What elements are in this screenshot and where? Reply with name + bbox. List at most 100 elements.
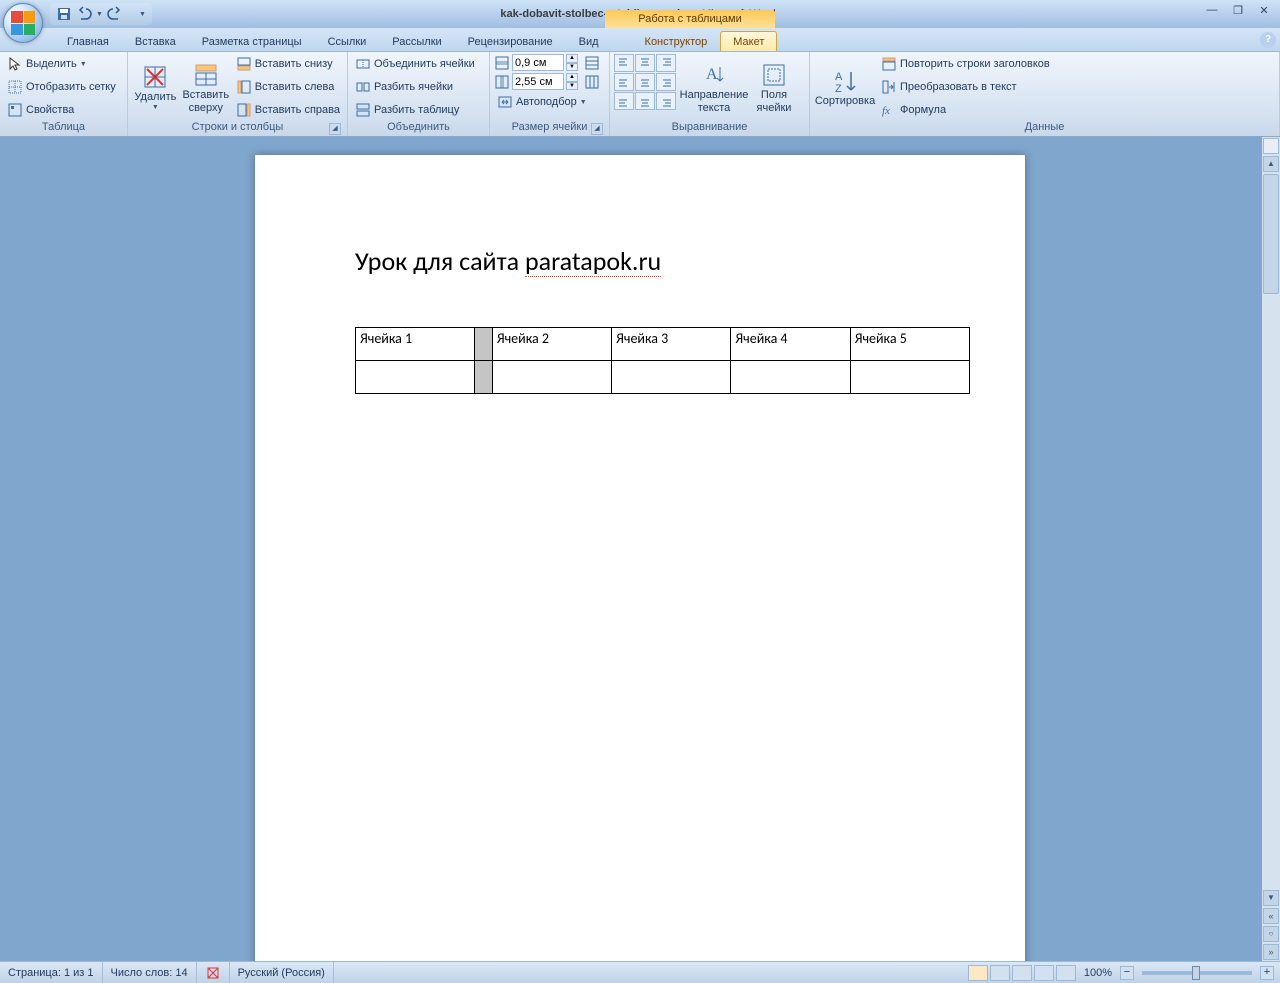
status-page[interactable]: Страница: 1 из 1 bbox=[0, 962, 103, 983]
status-word-count[interactable]: Число слов: 14 bbox=[103, 962, 197, 983]
align-ml[interactable] bbox=[614, 73, 634, 91]
undo-icon[interactable] bbox=[76, 6, 92, 22]
table-cell[interactable] bbox=[850, 361, 969, 394]
tab-insert[interactable]: Вставка bbox=[122, 31, 189, 51]
text-direction-button[interactable]: A Направление текста bbox=[678, 54, 750, 121]
align-tc[interactable] bbox=[635, 54, 655, 72]
zoom-level[interactable]: 100% bbox=[1084, 967, 1112, 979]
table-row bbox=[356, 361, 970, 394]
tab-page-layout[interactable]: Разметка страницы bbox=[189, 31, 315, 51]
table-cell[interactable] bbox=[731, 361, 850, 394]
browse-next-button[interactable]: » bbox=[1263, 944, 1279, 960]
rows-cols-launcher[interactable]: ◢ bbox=[329, 123, 341, 135]
browse-prev-button[interactable]: « bbox=[1263, 908, 1279, 924]
distribute-cols-icon[interactable] bbox=[584, 74, 600, 90]
align-bl[interactable] bbox=[614, 92, 634, 110]
ribbon: Выделить ▼ Отобразить сетку Свойства Таб… bbox=[0, 52, 1280, 137]
cell-margins-icon bbox=[760, 61, 788, 89]
office-button[interactable] bbox=[3, 3, 43, 43]
contextual-tab-title: Работа с таблицами bbox=[605, 10, 775, 28]
delete-button[interactable]: Удалить▼ bbox=[132, 54, 179, 121]
cell-margins-button[interactable]: Поля ячейки bbox=[752, 54, 796, 121]
height-down[interactable]: ▼ bbox=[566, 63, 578, 72]
table-cell[interactable] bbox=[492, 361, 611, 394]
insert-right-button[interactable]: Вставить справа bbox=[233, 100, 343, 120]
page[interactable]: Урок для сайта paratapok.ru Ячейка 1 Яче… bbox=[255, 155, 1025, 961]
select-browse-object[interactable]: ○ bbox=[1263, 926, 1279, 942]
document-heading[interactable]: Урок для сайта paratapok.ru bbox=[355, 245, 925, 277]
autofit-button[interactable]: Автоподбор ▼ bbox=[494, 92, 600, 112]
ruler-toggle[interactable] bbox=[1263, 138, 1279, 154]
height-up[interactable]: ▲ bbox=[566, 54, 578, 63]
redo-icon[interactable] bbox=[107, 6, 123, 22]
save-icon[interactable] bbox=[56, 6, 72, 22]
zoom-out-button[interactable]: − bbox=[1120, 966, 1134, 980]
merge-cells-button[interactable]: Объединить ячейки bbox=[352, 54, 478, 74]
tab-layout[interactable]: Макет bbox=[720, 31, 777, 51]
col-width-input[interactable] bbox=[512, 73, 564, 90]
align-bc[interactable] bbox=[635, 92, 655, 110]
undo-dropdown-icon[interactable]: ▼ bbox=[96, 11, 103, 18]
sort-button[interactable]: AZ Сортировка bbox=[814, 54, 876, 121]
tab-mailings[interactable]: Рассылки bbox=[379, 31, 454, 51]
split-table-icon bbox=[355, 102, 371, 118]
scroll-thumb[interactable] bbox=[1263, 174, 1279, 294]
split-cells-button[interactable]: Разбить ячейки bbox=[352, 77, 478, 97]
table-cell[interactable] bbox=[612, 361, 731, 394]
scroll-down-button[interactable]: ▼ bbox=[1263, 890, 1279, 906]
width-up[interactable]: ▲ bbox=[566, 73, 578, 82]
col-width-icon bbox=[494, 74, 510, 90]
restore-button[interactable]: ❐ bbox=[1228, 2, 1248, 18]
scroll-up-button[interactable]: ▲ bbox=[1263, 156, 1279, 172]
insert-above-icon bbox=[192, 61, 220, 89]
view-web-layout[interactable] bbox=[1012, 965, 1032, 981]
align-tl[interactable] bbox=[614, 54, 634, 72]
view-gridlines-button[interactable]: Отобразить сетку bbox=[4, 77, 119, 97]
width-down[interactable]: ▼ bbox=[566, 82, 578, 91]
zoom-in-button[interactable]: + bbox=[1260, 966, 1274, 980]
status-proofing[interactable] bbox=[197, 962, 230, 983]
align-tr[interactable] bbox=[656, 54, 676, 72]
table-cell[interactable]: Ячейка 5 bbox=[850, 328, 969, 361]
align-br[interactable] bbox=[656, 92, 676, 110]
tab-review[interactable]: Рецензирование bbox=[455, 31, 566, 51]
convert-text-button[interactable]: Преобразовать в текст bbox=[878, 77, 1053, 97]
repeat-header-button[interactable]: Повторить строки заголовков bbox=[878, 54, 1053, 74]
insert-left-button[interactable]: Вставить слева bbox=[233, 77, 343, 97]
table-cell[interactable]: Ячейка 1 bbox=[356, 328, 475, 361]
formula-button[interactable]: fxФормула bbox=[878, 100, 1053, 120]
view-full-screen[interactable] bbox=[990, 965, 1010, 981]
split-table-button[interactable]: Разбить таблицу bbox=[352, 100, 478, 120]
select-button[interactable]: Выделить ▼ bbox=[4, 54, 119, 74]
tab-home[interactable]: Главная bbox=[54, 31, 122, 51]
table-cell-selected[interactable] bbox=[475, 328, 493, 361]
status-language[interactable]: Русский (Россия) bbox=[230, 962, 334, 983]
insert-above-button[interactable]: Вставить сверху bbox=[181, 54, 231, 121]
table-cell[interactable] bbox=[356, 361, 475, 394]
zoom-slider[interactable] bbox=[1142, 971, 1252, 975]
view-draft[interactable] bbox=[1056, 965, 1076, 981]
document-table[interactable]: Ячейка 1 Ячейка 2 Ячейка 3 Ячейка 4 Ячей… bbox=[355, 327, 970, 394]
minimize-button[interactable]: — bbox=[1202, 2, 1222, 18]
help-button[interactable]: ? bbox=[1260, 32, 1276, 48]
table-cell[interactable]: Ячейка 2 bbox=[492, 328, 611, 361]
view-print-layout[interactable] bbox=[968, 965, 988, 981]
properties-button[interactable]: Свойства bbox=[4, 100, 119, 120]
view-outline[interactable] bbox=[1034, 965, 1054, 981]
row-height-input[interactable] bbox=[512, 54, 564, 71]
tab-view[interactable]: Вид bbox=[566, 31, 612, 51]
qat-customize-icon[interactable]: ▼ bbox=[139, 11, 146, 18]
tab-references[interactable]: Ссылки bbox=[315, 31, 380, 51]
table-cell[interactable]: Ячейка 3 bbox=[612, 328, 731, 361]
distribute-rows-icon[interactable] bbox=[584, 55, 600, 71]
align-mc[interactable] bbox=[635, 73, 655, 91]
insert-below-button[interactable]: Вставить снизу bbox=[233, 54, 343, 74]
table-cell-selected[interactable] bbox=[475, 361, 493, 394]
zoom-slider-thumb[interactable] bbox=[1192, 966, 1200, 980]
table-cell[interactable]: Ячейка 4 bbox=[731, 328, 850, 361]
cell-size-launcher[interactable]: ◢ bbox=[591, 123, 603, 135]
align-mr[interactable] bbox=[656, 73, 676, 91]
group-rows-columns: Удалить▼ Вставить сверху Вставить снизу … bbox=[128, 52, 348, 136]
tab-design[interactable]: Конструктор bbox=[632, 31, 721, 51]
close-button[interactable]: ✕ bbox=[1254, 2, 1274, 18]
